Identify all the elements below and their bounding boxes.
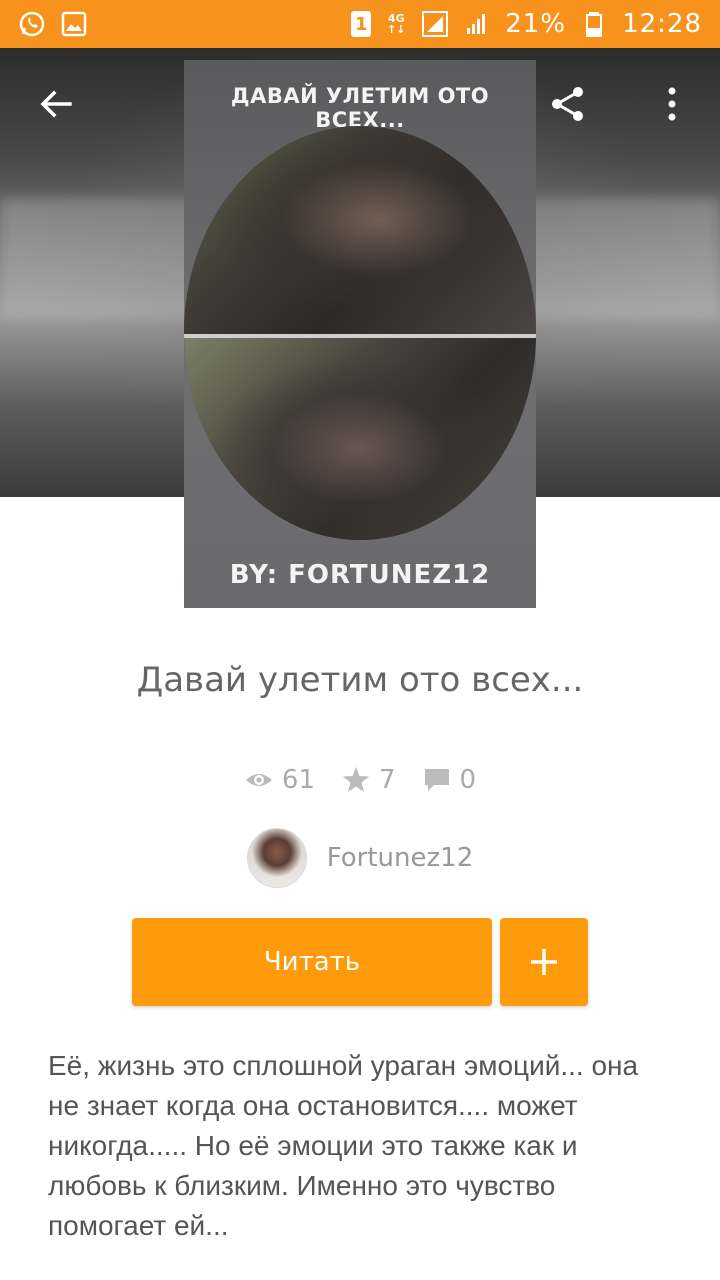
share-icon [552, 87, 583, 121]
whatsapp-icon [18, 10, 46, 38]
share-button[interactable] [538, 74, 598, 134]
signal-icon [421, 10, 449, 38]
battery-icon [580, 10, 608, 38]
network-arrows: ↑↓ [387, 23, 406, 36]
cover-photo-top [184, 126, 536, 334]
battery-percent: 21% [505, 9, 567, 39]
status-bar: 1 4G ↑↓ 21% 12:28 [0, 0, 720, 48]
read-button[interactable]: Читать [132, 918, 492, 1006]
views-stat: 61 [244, 765, 315, 795]
cover-photo [184, 126, 536, 540]
story-description: Её, жизнь это сплошной ураган эмоций... … [48, 1050, 639, 1241]
star-icon [343, 767, 369, 792]
plus-icon [531, 949, 557, 975]
more-options-button[interactable] [642, 74, 702, 134]
votes-count: 7 [379, 765, 396, 795]
status-left [18, 10, 88, 38]
comments-count: 0 [459, 765, 477, 795]
sim-badge: 1 [355, 13, 368, 35]
story-title: Давай улетим ото всех... [136, 660, 584, 700]
views-count: 61 [281, 765, 315, 795]
sim-icon: 1 [351, 11, 372, 37]
eye-icon [245, 774, 272, 786]
back-arrow-icon [40, 90, 72, 118]
story-cover[interactable]: ДАВАЙ УЛЕТИМ ОТО ВСЕХ... BY: FORTUNEZ12 [184, 60, 536, 608]
cover-photo-bottom [184, 338, 536, 540]
add-to-library-button[interactable] [500, 918, 588, 1006]
avatar[interactable] [246, 828, 307, 888]
clock: 12:28 [622, 9, 702, 39]
story-stats: 61 7 0 [0, 760, 720, 800]
comment-icon [424, 769, 449, 791]
image-icon [60, 10, 88, 38]
author-row[interactable]: Fortunez12 [0, 828, 720, 888]
comments-stat: 0 [422, 765, 477, 795]
more-vertical-icon [668, 87, 676, 121]
back-button[interactable] [26, 74, 86, 134]
cover-author: BY: FORTUNEZ12 [229, 560, 491, 590]
status-right: 1 4G ↑↓ 21% 12:28 [351, 9, 702, 39]
author-name[interactable]: Fortunez12 [327, 843, 474, 873]
signal-icon [463, 10, 491, 38]
cover-title: ДАВАЙ УЛЕТИМ ОТО ВСЕХ... [230, 84, 490, 132]
4g-icon: 4G ↑↓ [385, 10, 407, 38]
votes-stat: 7 [341, 765, 396, 795]
